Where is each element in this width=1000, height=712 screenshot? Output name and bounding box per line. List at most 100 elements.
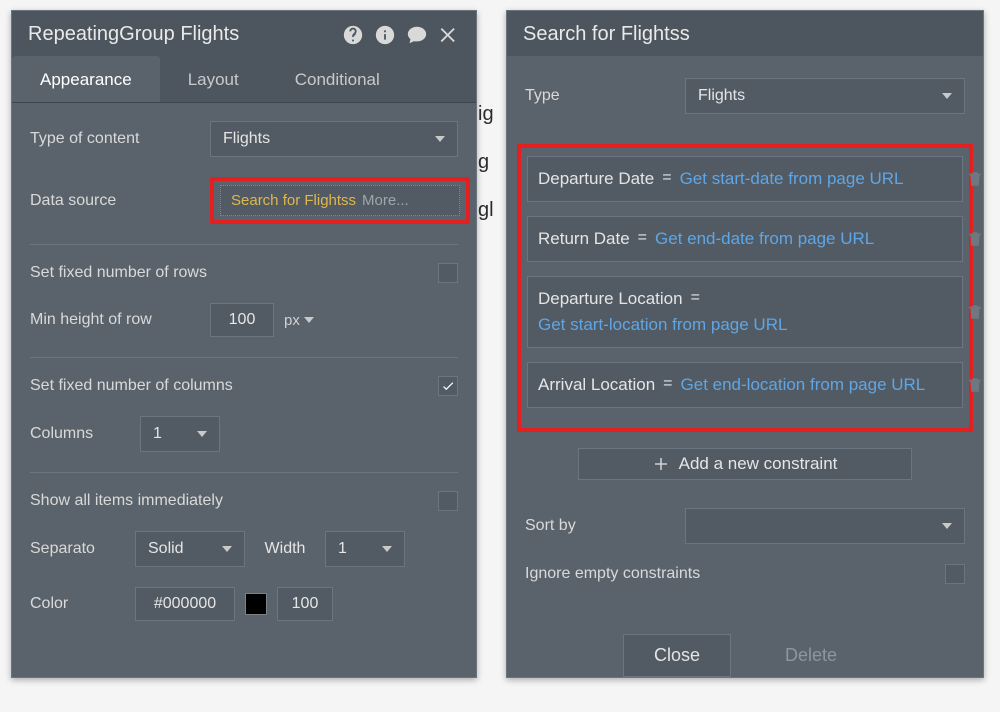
panel-header-icons [342,24,460,46]
search-panel-footer: Close Delete [507,634,983,677]
data-source-more: More... [362,192,409,209]
set-fixed-cols-checkbox[interactable] [438,376,458,396]
color-alpha-input[interactable]: 100 [277,587,333,621]
help-icon[interactable] [342,24,364,46]
type-of-content-value: Flights [223,130,270,148]
color-label: Color [30,595,125,613]
ignore-empty-checkbox[interactable] [945,564,965,584]
show-all-label: Show all items immediately [30,492,428,510]
constraint-value: Get end-date from page URL [655,229,874,249]
close-button[interactable]: Close [623,634,731,677]
type-of-content-dropdown[interactable]: Flights [210,121,458,157]
show-all-row: Show all items immediately [30,491,458,511]
caret-down-icon [222,544,232,554]
columns-row: Columns 1 [30,416,458,452]
add-constraint-button[interactable]: Add a new constraint [578,448,911,480]
search-panel-title: Search for Flightss [523,23,690,46]
separator-width-label: Width [255,540,315,558]
caret-down-icon [382,544,392,554]
columns-label: Columns [30,425,130,443]
tab-conditional[interactable]: Conditional [267,56,408,102]
trash-icon[interactable] [966,169,984,189]
divider-2 [30,357,458,358]
min-height-row: Min height of row 100 px [30,303,458,337]
set-fixed-rows-row: Set fixed number of rows [30,263,458,283]
set-fixed-cols-label: Set fixed number of columns [30,377,428,395]
color-swatch[interactable] [245,593,267,615]
repeating-group-properties-panel: RepeatingGroup Flights Appearance Layout… [11,10,477,678]
columns-dropdown[interactable]: 1 [140,416,220,452]
divider-1 [30,244,458,245]
color-row: Color #000000 100 [30,587,458,621]
color-hex-input[interactable]: #000000 [135,587,235,621]
set-fixed-rows-label: Set fixed number of rows [30,264,428,282]
type-of-content-label: Type of content [30,130,200,148]
plus-icon [653,456,669,472]
info-icon[interactable] [374,24,396,46]
caret-down-icon [304,315,314,325]
delete-button: Delete [755,635,867,676]
min-height-input[interactable]: 100 [210,303,274,337]
separator-width-dropdown[interactable]: 1 [325,531,405,567]
constraint-value: Get start-location from page URL [538,315,787,335]
background-hint-text: igggl [478,90,494,234]
data-source-row: Data source Search for Flightss More... [30,177,458,224]
caret-down-icon [435,134,445,144]
tab-appearance[interactable]: Appearance [12,56,160,102]
divider-3 [30,472,458,473]
search-type-dropdown[interactable]: Flights [685,78,965,114]
trash-icon[interactable] [966,229,984,249]
search-options-section: Sort by Ignore empty constraints [507,480,983,608]
equals-sign: = [691,289,700,307]
separator-label: Separato [30,540,125,558]
trash-icon[interactable] [966,302,984,322]
search-type-section: Type Flights [507,56,983,138]
constraint-field: Departure Date [538,169,654,189]
show-all-checkbox[interactable] [438,491,458,511]
tabs: Appearance Layout Conditional [12,56,476,103]
panel-header-right: Search for Flightss [507,11,983,56]
caret-down-icon [197,429,207,439]
panel-header-left: RepeatingGroup Flights [12,11,476,56]
separator-style-dropdown[interactable]: Solid [135,531,245,567]
data-source-value: Search for Flightss [231,192,356,209]
constraint-field: Departure Location [538,289,683,309]
set-fixed-cols-row: Set fixed number of columns [30,376,458,396]
separator-row: Separato Solid Width 1 [30,531,458,567]
check-icon [441,379,455,393]
constraint-value: Get start-date from page URL [680,169,904,189]
search-for-flights-panel: Search for Flightss Type Flights Departu… [506,10,984,678]
sort-by-dropdown[interactable] [685,508,965,544]
set-fixed-rows-checkbox[interactable] [438,263,458,283]
constraint-row[interactable]: Return Date = Get end-date from page URL [527,216,963,262]
caret-down-icon [942,521,952,531]
data-source-label: Data source [30,192,200,210]
sort-by-label: Sort by [525,517,675,535]
trash-icon[interactable] [966,375,984,395]
appearance-section: Type of content Flights Data source Sear… [12,103,476,645]
constraint-row[interactable]: Departure Location = Get start-location fr… [527,276,963,348]
constraints-list: Departure Date = Get start-date from page … [527,156,963,408]
constraint-row[interactable]: Arrival Location = Get end-location from p… [527,362,963,408]
constraint-field: Arrival Location [538,375,655,395]
data-source-highlight: Search for Flightss More... [210,177,470,224]
constraints-highlight: Departure Date = Get start-date from page … [517,144,973,432]
comment-icon[interactable] [406,24,428,46]
ignore-empty-label: Ignore empty constraints [525,565,935,583]
close-icon[interactable] [438,24,460,46]
caret-down-icon [942,91,952,101]
constraint-row[interactable]: Departure Date=Get start-date from page … [527,156,963,202]
min-height-label: Min height of row [30,311,200,329]
data-source-expression[interactable]: Search for Flightss More... [220,185,460,216]
min-height-unit-dropdown[interactable]: px [284,312,314,329]
equals-sign: = [638,229,647,247]
panel-title: RepeatingGroup Flights [28,23,239,46]
search-type-row: Type Flights [525,78,965,114]
constraint-value: Get end-location from page URL [681,375,926,395]
tab-layout[interactable]: Layout [160,56,267,102]
ignore-empty-row: Ignore empty constraints [525,564,965,584]
equals-sign: = [663,375,672,393]
constraint-field: Return Date [538,229,630,249]
type-of-content-row: Type of content Flights [30,121,458,157]
search-type-label: Type [525,87,675,105]
